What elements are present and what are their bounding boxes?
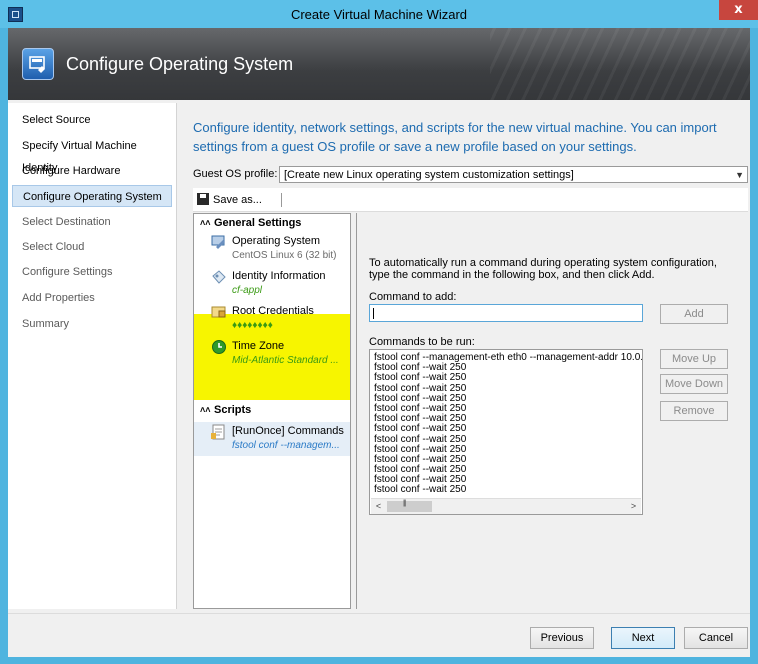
close-button[interactable]: x	[719, 0, 758, 20]
step-select-destination[interactable]: Select Destination	[12, 211, 172, 233]
scrollbar-thumb[interactable]	[387, 500, 432, 512]
identity-information-value: cf-appl	[232, 285, 263, 296]
runonce-commands-value: fstool conf --managem...	[232, 440, 340, 451]
runonce-commands-panel: To automatically run a command during op…	[356, 213, 749, 609]
commands-list-rows: fstool conf --management-eth eth0 --mana…	[374, 352, 642, 496]
move-down-button[interactable]: Move Down	[660, 374, 728, 394]
text-caret	[373, 308, 374, 319]
scripts-header[interactable]: ˄˄ Scripts	[194, 402, 350, 418]
remove-button[interactable]: Remove	[660, 401, 728, 421]
operating-system-icon	[211, 235, 225, 249]
tree-item-operating-system[interactable]: Operating System	[232, 235, 320, 247]
general-settings-label: General Settings	[214, 217, 302, 229]
guest-os-profile-label: Guest OS profile:	[193, 168, 278, 180]
tree-item-root-credentials[interactable]: Root Credentials	[232, 305, 314, 317]
scroll-left-icon[interactable]: <	[371, 499, 386, 514]
collapse-icon: ˄˄	[200, 405, 211, 415]
collapse-icon: ˄˄	[200, 218, 211, 228]
settings-tree: ˄˄ General Settings Operating System Cen…	[193, 213, 351, 609]
next-button[interactable]: Next	[611, 627, 675, 649]
tree-item-identity-information[interactable]: Identity Information	[232, 270, 326, 282]
step-configure-os[interactable]: Configure Operating System	[12, 185, 172, 207]
commands-to-be-run-label: Commands to be run:	[369, 336, 475, 348]
step-select-cloud[interactable]: Select Cloud	[12, 236, 172, 258]
general-settings-header[interactable]: ˄˄ General Settings	[194, 215, 350, 231]
step-summary[interactable]: Summary	[12, 313, 172, 335]
toolbar-divider	[281, 193, 282, 207]
wizard-header: Configure Operating System	[8, 28, 750, 100]
operating-system-value: CentOS Linux 6 (32 bit)	[232, 250, 337, 261]
tree-item-time-zone[interactable]: Time Zone	[232, 340, 284, 352]
cancel-button[interactable]: Cancel	[684, 627, 748, 649]
step-configure-hardware[interactable]: Configure Hardware	[12, 160, 172, 182]
root-credentials-value: ♦♦♦♦♦♦♦♦	[232, 320, 273, 331]
identity-tag-icon	[212, 270, 226, 284]
time-zone-value: Mid-Atlantic Standard ...	[232, 355, 339, 366]
title-bar[interactable]: Create Virtual Machine Wizard x	[0, 0, 758, 28]
window-title: Create Virtual Machine Wizard	[290, 7, 468, 22]
add-button[interactable]: Add	[660, 304, 728, 324]
intro-text: Configure identity, network settings, an…	[193, 120, 717, 154]
commands-list[interactable]: fstool conf --management-eth eth0 --mana…	[369, 349, 643, 515]
wizard-client-area: Configure Operating System Select Source…	[8, 28, 750, 657]
save-as-button[interactable]: Save as...	[197, 192, 262, 208]
clock-icon	[212, 340, 226, 354]
credentials-icon	[211, 306, 226, 318]
tree-item-runonce-commands[interactable]: [RunOnce] Commands	[232, 425, 344, 437]
move-up-button[interactable]: Move Up	[660, 349, 728, 369]
chevron-down-icon: ▼	[735, 170, 744, 180]
save-icon	[197, 193, 209, 205]
step-configure-settings[interactable]: Configure Settings	[12, 261, 172, 283]
runonce-description: To automatically run a command during op…	[369, 257, 717, 281]
guest-os-profile-value: [Create new Linux operating system custo…	[284, 169, 574, 181]
scripts-label: Scripts	[214, 404, 252, 416]
step-add-properties[interactable]: Add Properties	[12, 287, 172, 309]
step-select-source[interactable]: Select Source	[12, 109, 172, 131]
previous-button[interactable]: Previous	[530, 627, 594, 649]
command-to-add-input[interactable]	[369, 304, 643, 322]
wizard-window: Create Virtual Machine Wizard x Configur…	[0, 0, 758, 664]
configure-os-icon	[22, 48, 54, 80]
page-title: Configure Operating System	[66, 54, 294, 74]
horizontal-scrollbar[interactable]: < >	[371, 498, 641, 514]
guest-os-profile-select[interactable]: [Create new Linux operating system custo…	[279, 166, 748, 183]
profile-toolbar: Save as...	[193, 188, 748, 212]
command-list-item[interactable]: fstool conf --wait 250	[374, 424, 642, 434]
scroll-right-icon[interactable]: >	[626, 499, 641, 514]
wizard-footer: Previous Next Cancel	[8, 613, 750, 657]
script-icon	[211, 424, 225, 440]
command-to-add-label: Command to add:	[369, 291, 457, 303]
command-list-item[interactable]: fstool conf --wait 250	[374, 485, 642, 495]
save-as-label: Save as...	[213, 194, 262, 206]
wizard-steps-sidebar: Select Source Specify Virtual Machine Id…	[8, 103, 177, 609]
step-specify-vm-identity[interactable]: Specify Virtual Machine Identity	[12, 135, 172, 174]
